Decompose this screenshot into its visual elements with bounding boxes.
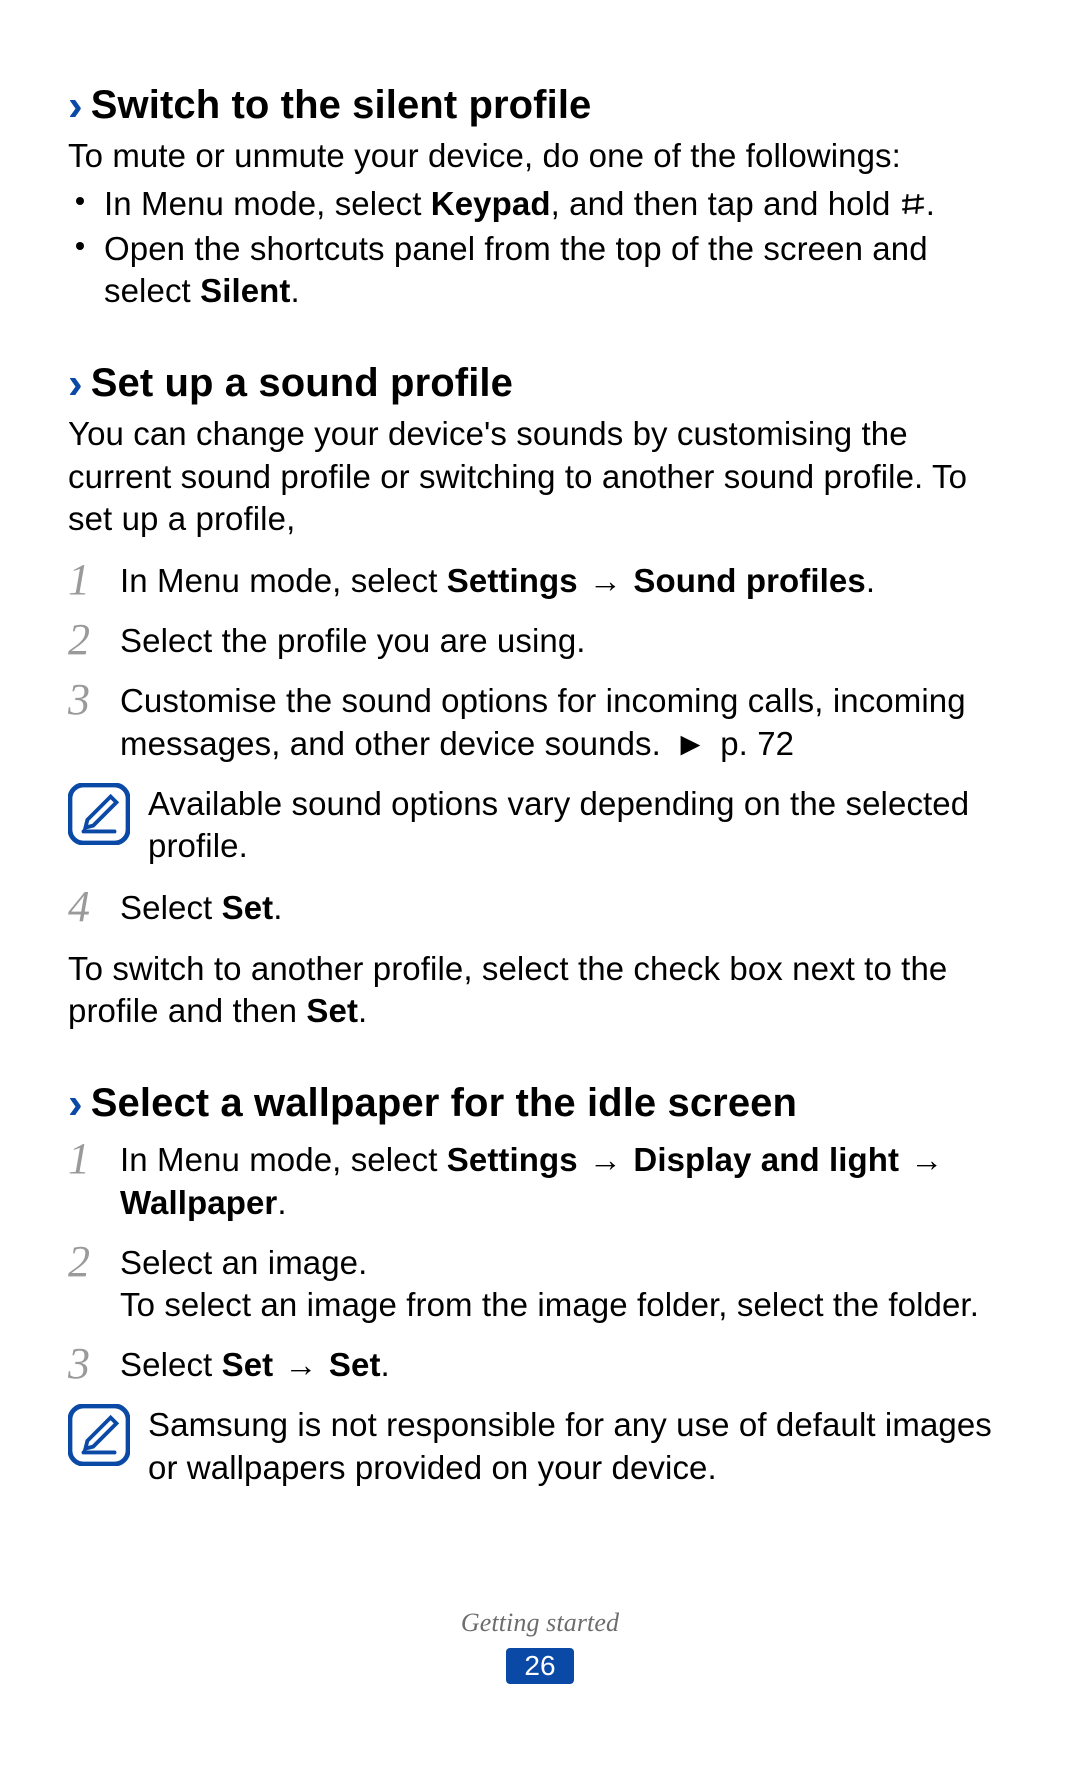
chevron-icon: › xyxy=(68,84,83,128)
bold-text: Set xyxy=(306,992,358,1029)
note-block: Samsung is not responsible for any use o… xyxy=(68,1404,1012,1488)
text: p. 72 xyxy=(711,725,794,762)
step-item: 2 Select the profile you are using. xyxy=(68,620,1012,662)
step-number: 3 xyxy=(68,672,90,728)
hash-key-icon xyxy=(900,185,926,222)
bold-text: Keypad xyxy=(431,185,551,222)
heading-sound-profile: › Set up a sound profile xyxy=(68,358,1012,409)
note-text: Samsung is not responsible for any use o… xyxy=(148,1404,1012,1488)
section-sound-profile: › Set up a sound profile You can change … xyxy=(68,358,1012,1032)
bold-text: Sound profiles xyxy=(633,562,865,599)
text: . xyxy=(273,889,282,926)
arrow-icon: → xyxy=(273,1346,329,1383)
bullet-item: In Menu mode, select Keypad, and then ta… xyxy=(68,183,1012,225)
bold-text: Set xyxy=(222,1346,274,1383)
bold-text: Settings xyxy=(447,562,578,599)
note-text: Available sound options vary depending o… xyxy=(148,783,1012,867)
arrow-icon: → xyxy=(578,562,634,599)
note-block: Available sound options vary depending o… xyxy=(68,783,1012,867)
note-icon xyxy=(68,1404,130,1466)
text: Select an image. xyxy=(120,1244,367,1281)
text: To switch to another profile, select the… xyxy=(68,950,947,1029)
text: . xyxy=(358,992,367,1029)
bullet-list: In Menu mode, select Keypad, and then ta… xyxy=(68,183,1012,312)
heading-text: Set up a sound profile xyxy=(91,358,513,409)
text: Select the profile you are using. xyxy=(120,622,586,659)
outro-text: To switch to another profile, select the… xyxy=(68,948,1012,1032)
bold-text: Set xyxy=(222,889,274,926)
step-number: 1 xyxy=(68,1131,90,1187)
text: To select an image from the image folder… xyxy=(120,1286,979,1323)
section-wallpaper: › Select a wallpaper for the idle screen… xyxy=(68,1078,1012,1489)
text: In Menu mode, select xyxy=(104,185,431,222)
text: . xyxy=(866,562,875,599)
chevron-icon: › xyxy=(68,1082,83,1126)
numbered-steps: 1 In Menu mode, select Settings → Displa… xyxy=(68,1139,1012,1386)
bullet-dot-icon xyxy=(76,242,84,250)
text: . xyxy=(277,1184,286,1221)
bold-text: Set xyxy=(329,1346,381,1383)
heading-silent-profile: › Switch to the silent profile xyxy=(68,80,1012,131)
step-item: 3 Select Set → Set. xyxy=(68,1344,1012,1386)
intro-text: To mute or unmute your device, do one of… xyxy=(68,135,1012,177)
bold-text: Silent xyxy=(200,272,290,309)
chevron-icon: › xyxy=(68,362,83,406)
bullet-dot-icon xyxy=(76,197,84,205)
page-number-badge: 26 xyxy=(506,1648,574,1685)
text: . xyxy=(926,185,935,222)
page-footer: Getting started 26 xyxy=(0,1606,1080,1686)
bullet-item: Open the shortcuts panel from the top of… xyxy=(68,228,1012,312)
step-number: 3 xyxy=(68,1336,90,1392)
text: Select xyxy=(120,889,222,926)
text: Customise the sound options for incoming… xyxy=(120,682,966,761)
heading-text: Select a wallpaper for the idle screen xyxy=(91,1078,797,1129)
heading-wallpaper: › Select a wallpaper for the idle screen xyxy=(68,1078,1012,1129)
section-silent-profile: › Switch to the silent profile To mute o… xyxy=(68,80,1012,312)
text: Select xyxy=(120,1346,222,1383)
note-icon xyxy=(68,783,130,845)
step-number: 4 xyxy=(68,879,90,935)
step-item: 1 In Menu mode, select Settings → Displa… xyxy=(68,1139,1012,1223)
text: In Menu mode, select xyxy=(120,1141,447,1178)
arrow-icon: → xyxy=(578,1141,634,1178)
step-number: 2 xyxy=(68,612,90,668)
manual-page: › Switch to the silent profile To mute o… xyxy=(0,0,1080,1771)
footer-chapter-label: Getting started xyxy=(0,1606,1080,1639)
text: . xyxy=(291,272,300,309)
step-number: 2 xyxy=(68,1234,90,1290)
text: In Menu mode, select xyxy=(120,562,447,599)
step-number: 1 xyxy=(68,552,90,608)
step-item: 2 Select an image. To select an image fr… xyxy=(68,1242,1012,1326)
numbered-steps-cont: 4 Select Set. xyxy=(68,887,1012,929)
bold-text: Display and light xyxy=(633,1141,899,1178)
text: . xyxy=(381,1346,390,1383)
intro-text: You can change your device's sounds by c… xyxy=(68,413,1012,540)
arrow-icon: → xyxy=(899,1141,945,1178)
step-item: 4 Select Set. xyxy=(68,887,1012,929)
text: , and then tap and hold xyxy=(551,185,900,222)
bold-text: Settings xyxy=(447,1141,578,1178)
bold-text: Wallpaper xyxy=(120,1184,277,1221)
step-item: 3 Customise the sound options for incomi… xyxy=(68,680,1012,764)
numbered-steps: 1 In Menu mode, select Settings → Sound … xyxy=(68,560,1012,765)
heading-text: Switch to the silent profile xyxy=(91,80,592,131)
triangle-icon: ► xyxy=(670,725,711,762)
step-item: 1 In Menu mode, select Settings → Sound … xyxy=(68,560,1012,602)
